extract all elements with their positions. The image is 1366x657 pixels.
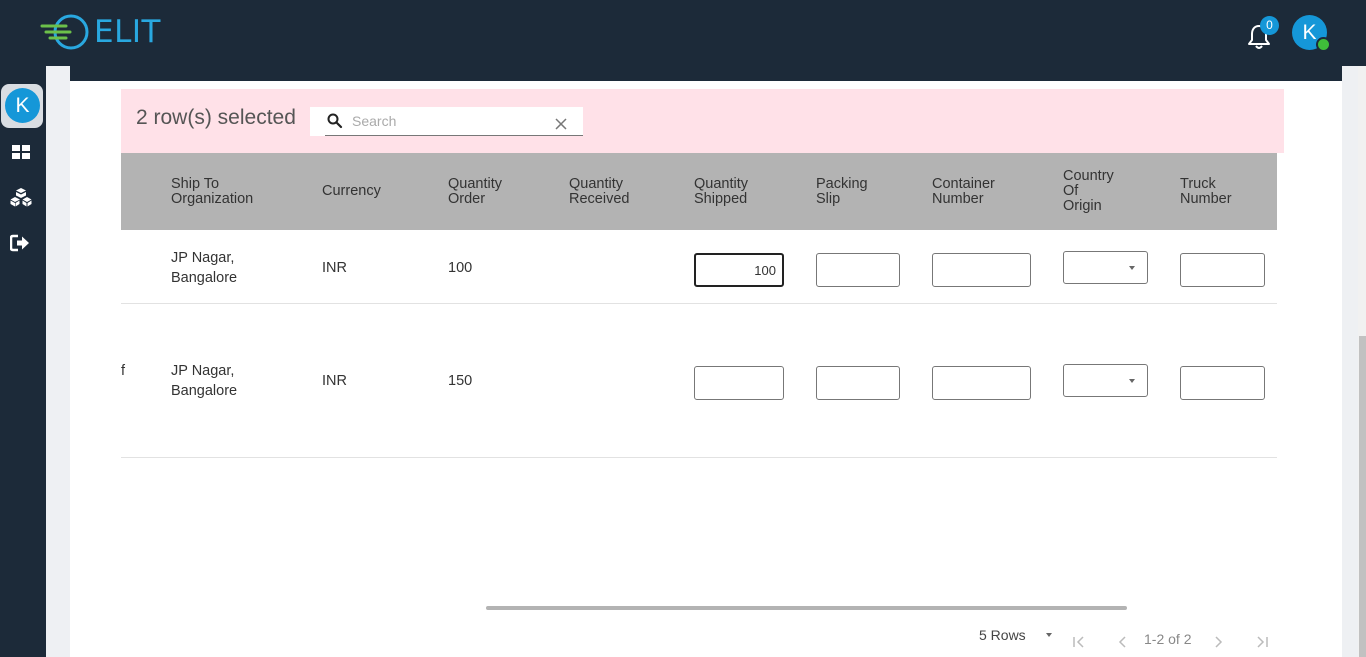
row-2-quantity-order: 150 — [448, 373, 473, 389]
row-divider — [121, 303, 1277, 304]
row-2-container-number-input[interactable] — [932, 366, 1031, 400]
row-1-quantity-shipped-input[interactable] — [694, 253, 784, 287]
column-header-quantity-received[interactable]: Quantity Received — [569, 177, 629, 207]
row-1-currency: INR — [322, 260, 347, 276]
row-2-truck-number-input[interactable] — [1180, 366, 1265, 400]
previous-page-icon[interactable] — [1115, 634, 1131, 650]
rows-per-page-select[interactable]: 5 Rows — [979, 627, 1026, 643]
chevron-down-icon — [1129, 266, 1135, 270]
logout-icon[interactable] — [10, 233, 32, 253]
top-bar — [0, 0, 1366, 66]
row-2-lead-text: f — [121, 363, 126, 379]
column-header-packing-slip[interactable]: Packing Slip — [816, 177, 868, 207]
pagination-range: 1-2 of 2 — [1144, 631, 1192, 647]
clear-search-icon[interactable] — [554, 117, 568, 131]
row-2-currency: INR — [322, 373, 347, 389]
row-1-packing-slip-input[interactable] — [816, 253, 900, 287]
search-icon — [327, 113, 343, 129]
online-status-dot — [1316, 37, 1331, 52]
column-header-quantity-order[interactable]: Quantity Order — [448, 177, 502, 207]
column-header-country-of-origin[interactable]: Country Of Origin — [1063, 169, 1114, 214]
notification-count-badge: 0 — [1260, 16, 1279, 35]
table-horizontal-scrollbar[interactable] — [486, 606, 1127, 610]
row-1-country-of-origin-select[interactable] — [1063, 251, 1148, 284]
row-1-quantity-order: 100 — [448, 260, 473, 276]
sidebar-profile[interactable]: K — [1, 84, 43, 128]
row-2-country-of-origin-select[interactable] — [1063, 364, 1148, 397]
panel-header-strip — [70, 66, 1342, 81]
row-2-ship-to: JP Nagar, Bangalore — [171, 363, 238, 399]
row-1-ship-to: JP Nagar, Bangalore — [171, 250, 238, 286]
dashboard-icon[interactable] — [10, 142, 32, 162]
row-2-packing-slip-input[interactable] — [816, 366, 900, 400]
row-divider — [121, 457, 1277, 458]
sidebar: K — [0, 66, 46, 657]
column-header-container-number[interactable]: Container Number — [932, 177, 995, 207]
last-page-icon[interactable] — [1254, 634, 1270, 650]
row-1-truck-number-input[interactable] — [1180, 253, 1265, 287]
logo-icon — [40, 14, 89, 50]
first-page-icon[interactable] — [1071, 634, 1087, 650]
app-logo[interactable]: ELIT — [40, 12, 161, 52]
column-header-ship-to[interactable]: Ship To Organization — [171, 177, 253, 207]
selected-rows-count: 2 row(s) selected — [136, 106, 296, 129]
page-scrollbar-thumb[interactable] — [1359, 336, 1366, 657]
row-1-container-number-input[interactable] — [932, 253, 1031, 287]
cubes-icon[interactable] — [10, 187, 32, 207]
sidebar-avatar: K — [5, 88, 40, 123]
column-header-currency[interactable]: Currency — [322, 184, 381, 199]
search-underline — [325, 135, 583, 136]
next-page-icon[interactable] — [1210, 634, 1226, 650]
app-name: ELIT — [94, 14, 161, 50]
column-header-quantity-shipped[interactable]: Quantity Shipped — [694, 177, 748, 207]
chevron-down-icon — [1129, 379, 1135, 383]
rows-per-page-chevron-icon[interactable] — [1046, 633, 1052, 637]
column-header-truck-number[interactable]: Truck Number — [1180, 177, 1232, 207]
row-2-quantity-shipped-input[interactable] — [694, 366, 784, 400]
search-input[interactable] — [352, 111, 542, 131]
